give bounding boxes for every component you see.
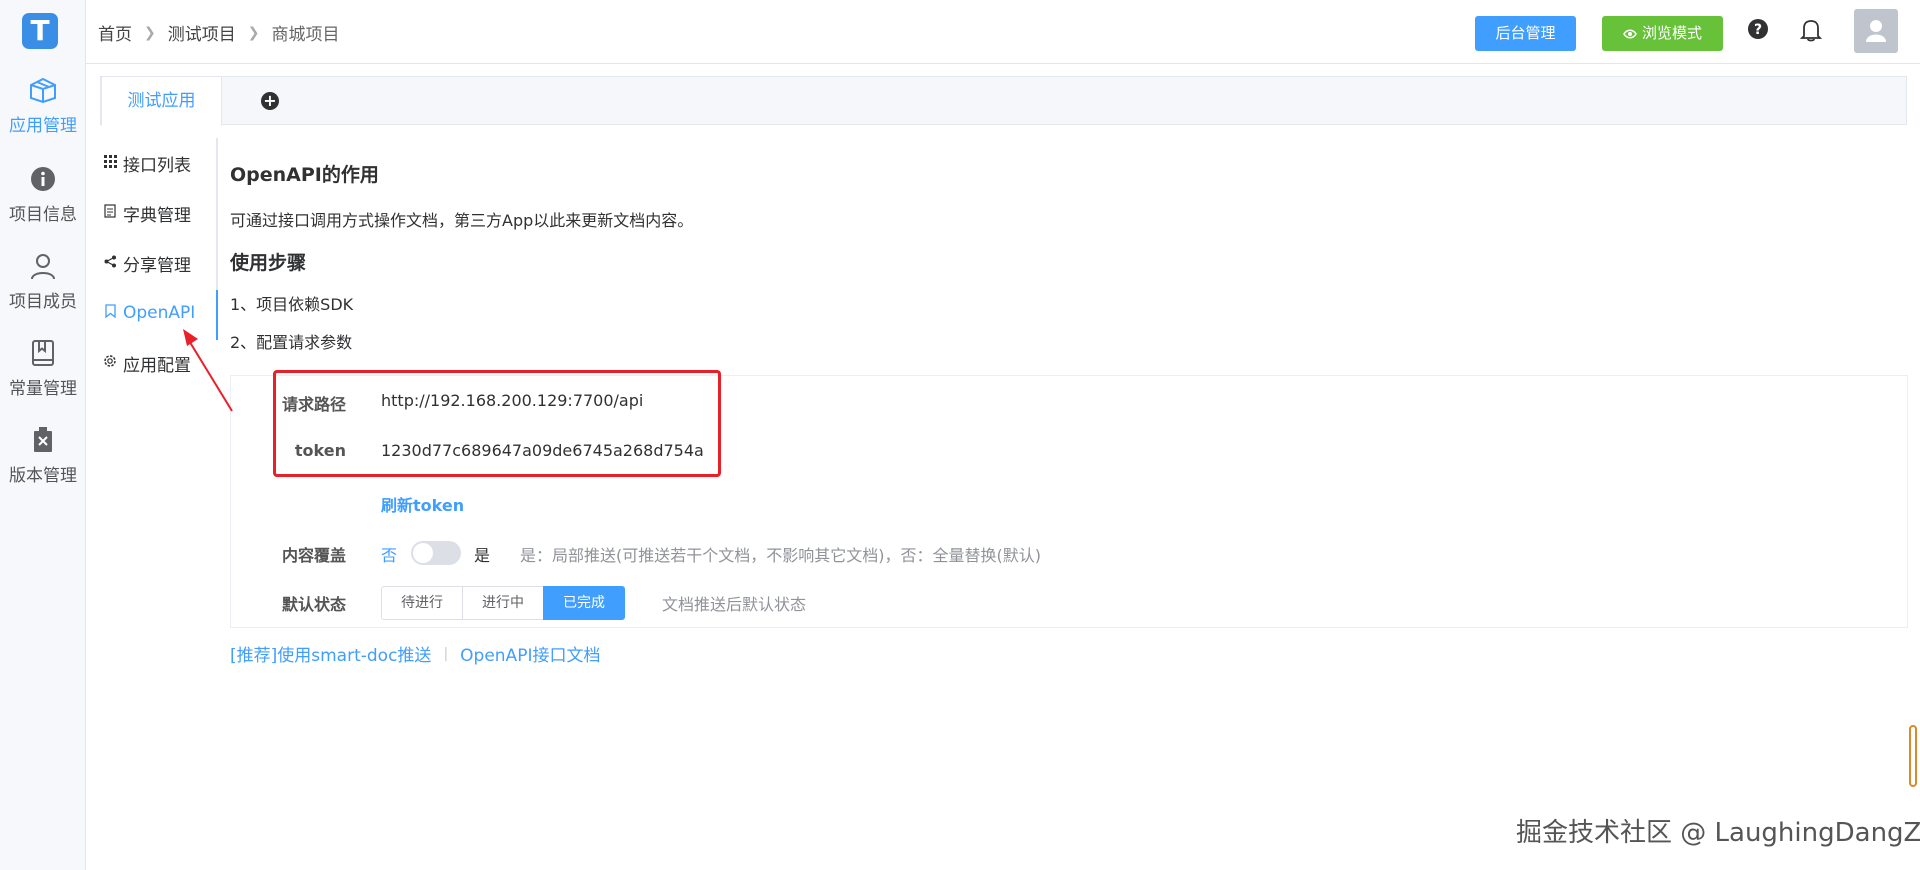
steps-title: 使用步骤 <box>230 252 307 274</box>
menu-item-share[interactable]: 分享管理 <box>100 238 218 288</box>
document-icon <box>102 203 118 223</box>
info-icon <box>31 167 55 191</box>
rail-item-label: 项目信息 <box>9 205 77 225</box>
annotation-highlight-box <box>273 370 721 477</box>
rail-item-project-info[interactable]: 项目信息 <box>0 165 86 225</box>
app-tabs: 测试应用 + <box>100 76 1907 126</box>
admin-button[interactable]: 后台管理 <box>1475 16 1576 51</box>
default-status-label: 默认状态 <box>281 595 346 614</box>
content-cover-hint: 是：局部推送(可推送若干个文档，不影响其它文档)，否：全量替换(默认) <box>520 546 1041 565</box>
menu-item-label: 分享管理 <box>123 255 191 276</box>
rail-item-label: 应用管理 <box>9 116 77 136</box>
book-icon <box>32 340 54 366</box>
chevron-right-icon: ❯ <box>247 24 260 41</box>
rail-item-app-management[interactable]: 应用管理 <box>0 76 86 136</box>
bell-icon[interactable] <box>1800 18 1822 42</box>
box-icon <box>30 77 56 104</box>
rail-item-label: 项目成员 <box>9 292 77 312</box>
status-option-done[interactable]: 已完成 <box>543 586 625 620</box>
left-rail: T 应用管理 项目信息 项目成员 常量管理 版本管理 <box>0 0 86 870</box>
grid-icon <box>102 153 118 173</box>
menu-item-label: 字典管理 <box>123 205 191 226</box>
smart-doc-link[interactable]: [推荐]使用smart-doc推送 <box>230 641 431 666</box>
step-item: 1、项目依赖SDK <box>230 295 354 314</box>
browse-mode-label: 浏览模式 <box>1641 24 1702 42</box>
scrollbar-thumb[interactable] <box>1909 725 1917 787</box>
refresh-token-link[interactable]: 刷新token <box>381 492 464 516</box>
link-separator: | <box>443 645 449 662</box>
breadcrumb: 首页 ❯ 测试项目 ❯ 商城项目 <box>98 20 340 46</box>
breadcrumb-home[interactable]: 首页 <box>98 20 132 45</box>
app-logo[interactable]: T <box>22 13 58 49</box>
content-cover-switch[interactable] <box>411 541 461 565</box>
add-tab-icon[interactable]: + <box>261 92 279 110</box>
footer-links: [推荐]使用smart-doc推送 | OpenAPI接口文档 <box>230 641 600 667</box>
step-item: 2、配置请求参数 <box>230 333 353 352</box>
cover-off-label[interactable]: 否 <box>381 542 397 566</box>
switch-knob <box>413 543 433 563</box>
chevron-right-icon: ❯ <box>144 24 156 41</box>
section-title: OpenAPI的作用 <box>230 164 379 186</box>
default-status-radio-group: 待进行 进行中 已完成 <box>381 586 625 620</box>
breadcrumb-current: 商城项目 <box>271 25 340 45</box>
menu-item-api-list[interactable]: 接口列表 <box>100 138 218 188</box>
settings-icon <box>102 353 118 373</box>
annotation-arrow-icon <box>183 329 233 412</box>
openapi-doc-link[interactable]: OpenAPI接口文档 <box>460 641 600 666</box>
rail-item-versions[interactable]: 版本管理 <box>0 426 86 486</box>
menu-item-label: 接口列表 <box>123 155 191 176</box>
status-option-pending[interactable]: 待进行 <box>381 586 463 620</box>
help-icon[interactable]: ? <box>1747 18 1769 40</box>
user-avatar-icon <box>1866 20 1886 42</box>
menu-item-dictionary[interactable]: 字典管理 <box>100 188 218 238</box>
browse-mode-button[interactable]: 浏览模式 <box>1602 16 1723 51</box>
svg-text:?: ? <box>1754 22 1762 38</box>
default-status-hint: 文档推送后默认状态 <box>662 595 807 614</box>
user-icon <box>31 254 55 280</box>
bookmark-icon <box>102 303 118 323</box>
avatar[interactable] <box>1854 9 1898 53</box>
rail-item-label: 常量管理 <box>9 379 77 399</box>
section-description: 可通过接口调用方式操作文档，第三方App以此来更新文档内容。 <box>230 211 694 230</box>
breadcrumb-project[interactable]: 测试项目 <box>168 20 236 45</box>
cover-on-label[interactable]: 是 <box>474 542 490 566</box>
menu-item-label: OpenAPI <box>123 303 196 323</box>
top-header: 首页 ❯ 测试项目 ❯ 商城项目 后台管理 浏览模式 ? <box>86 0 1920 64</box>
eye-icon <box>1623 29 1637 39</box>
tab-test-app[interactable]: 测试应用 <box>101 76 222 126</box>
rail-item-constants[interactable]: 常量管理 <box>0 339 86 399</box>
delete-doc-icon <box>34 427 52 452</box>
rail-item-members[interactable]: 项目成员 <box>0 252 86 312</box>
content-cover-label: 内容覆盖 <box>281 546 346 565</box>
share-icon <box>102 253 118 273</box>
rail-item-label: 版本管理 <box>9 466 77 486</box>
status-option-in-progress[interactable]: 进行中 <box>462 586 544 620</box>
watermark-text: 掘金技术社区 @ LaughingDangZi <box>1516 818 1920 848</box>
